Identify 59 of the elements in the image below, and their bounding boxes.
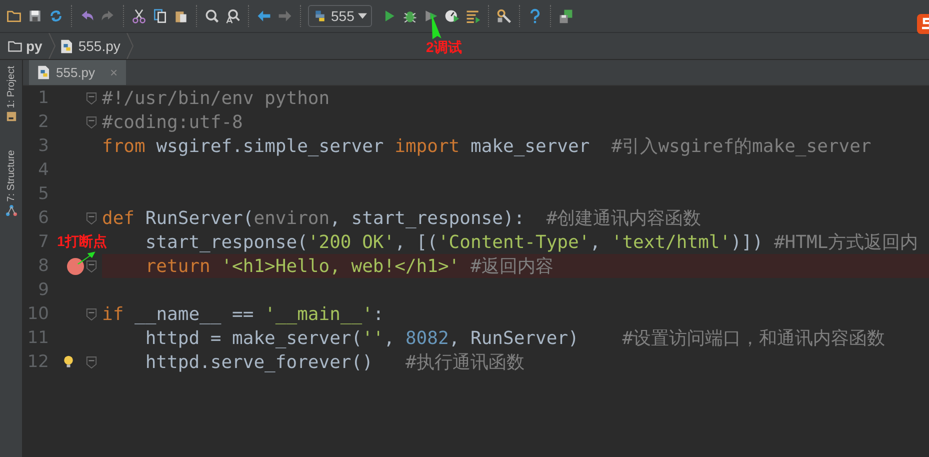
line-number: 6 bbox=[37, 208, 49, 228]
code-line: return '<h1>Hello, web!</h1>' #返回内容 bbox=[144, 255, 554, 278]
sdk-manager-icon[interactable] bbox=[558, 8, 574, 24]
annotation-label: 2调试 bbox=[426, 39, 462, 57]
arrow-icon bbox=[76, 251, 96, 265]
line-number: 3 bbox=[37, 136, 49, 156]
breakpoint-icon[interactable] bbox=[67, 258, 84, 274]
cut-icon[interactable] bbox=[131, 8, 147, 24]
lightbulb-icon[interactable] bbox=[63, 355, 74, 369]
run-config-dropdown[interactable]: 555 bbox=[308, 5, 372, 27]
annotation-label: 1打断点 bbox=[57, 233, 107, 251]
line-number: 10 bbox=[26, 304, 49, 324]
folder-icon[interactable] bbox=[6, 8, 22, 24]
back-icon[interactable] bbox=[256, 8, 272, 24]
line-number: 4 bbox=[37, 160, 49, 180]
file-tab[interactable]: 555.py × bbox=[29, 60, 126, 85]
task-list-icon[interactable] bbox=[465, 8, 482, 24]
structure-icon bbox=[6, 204, 16, 216]
code-line: httpd.serve_forever() #执行通讯函数 bbox=[144, 351, 524, 374]
code-line: #!/usr/bin/env python bbox=[102, 88, 330, 108]
python-icon bbox=[313, 9, 327, 23]
line-number: 5 bbox=[37, 184, 49, 204]
copy-icon[interactable] bbox=[152, 8, 168, 24]
caret-icon bbox=[358, 13, 368, 19]
code-line: #coding:utf-8 bbox=[102, 112, 243, 132]
sync-icon[interactable] bbox=[48, 8, 64, 24]
line-number: 1 bbox=[37, 88, 49, 108]
fold-icon[interactable] bbox=[86, 356, 97, 368]
folder-icon bbox=[8, 38, 22, 54]
code-line: from wsgiref.simple_server import make_server #引入wsgiref的make_server bbox=[102, 135, 872, 158]
fold-icon[interactable] bbox=[86, 92, 97, 104]
code-line: start_response('200 OK', [('Content-Type', 'text/html')]) #HTML方式返回内 bbox=[144, 231, 918, 254]
profile-icon[interactable] bbox=[444, 8, 460, 24]
code-line: httpd = make_server('', 8082, RunServer) #设置访问端口，和通讯内容函数 bbox=[144, 327, 886, 350]
python-file-icon bbox=[60, 38, 74, 54]
fold-icon[interactable] bbox=[86, 116, 97, 128]
chevron-icon bbox=[126, 33, 134, 59]
folder-icon bbox=[6, 111, 16, 122]
tool-window-button[interactable]: 1: Project bbox=[6, 66, 16, 122]
save-icon[interactable] bbox=[27, 8, 43, 24]
breadcrumb-item[interactable]: 555.py bbox=[60, 33, 138, 59]
line-number: 7 bbox=[37, 232, 49, 252]
settings-icon[interactable] bbox=[496, 8, 512, 24]
code-line: if __name__ == '__main__': bbox=[102, 304, 384, 324]
breadcrumb-item[interactable]: py bbox=[8, 33, 60, 59]
search-icon[interactable] bbox=[204, 8, 220, 24]
fold-icon[interactable] bbox=[86, 308, 97, 320]
line-number: 8 bbox=[37, 256, 49, 276]
line-number: 11 bbox=[26, 328, 49, 348]
replace-icon[interactable] bbox=[225, 8, 241, 24]
line-number: 9 bbox=[37, 280, 49, 300]
code-line: def RunServer(environ, start_response): #创建通讯内容函数 bbox=[102, 207, 702, 230]
python-file-icon bbox=[37, 65, 51, 80]
line-number: 2 bbox=[37, 112, 49, 132]
fold-icon[interactable] bbox=[86, 260, 97, 272]
fold-icon[interactable] bbox=[86, 212, 97, 224]
chevron-icon bbox=[48, 33, 56, 59]
tool-window-button[interactable]: 7: Structure bbox=[6, 150, 16, 216]
line-number: 12 bbox=[26, 352, 49, 372]
